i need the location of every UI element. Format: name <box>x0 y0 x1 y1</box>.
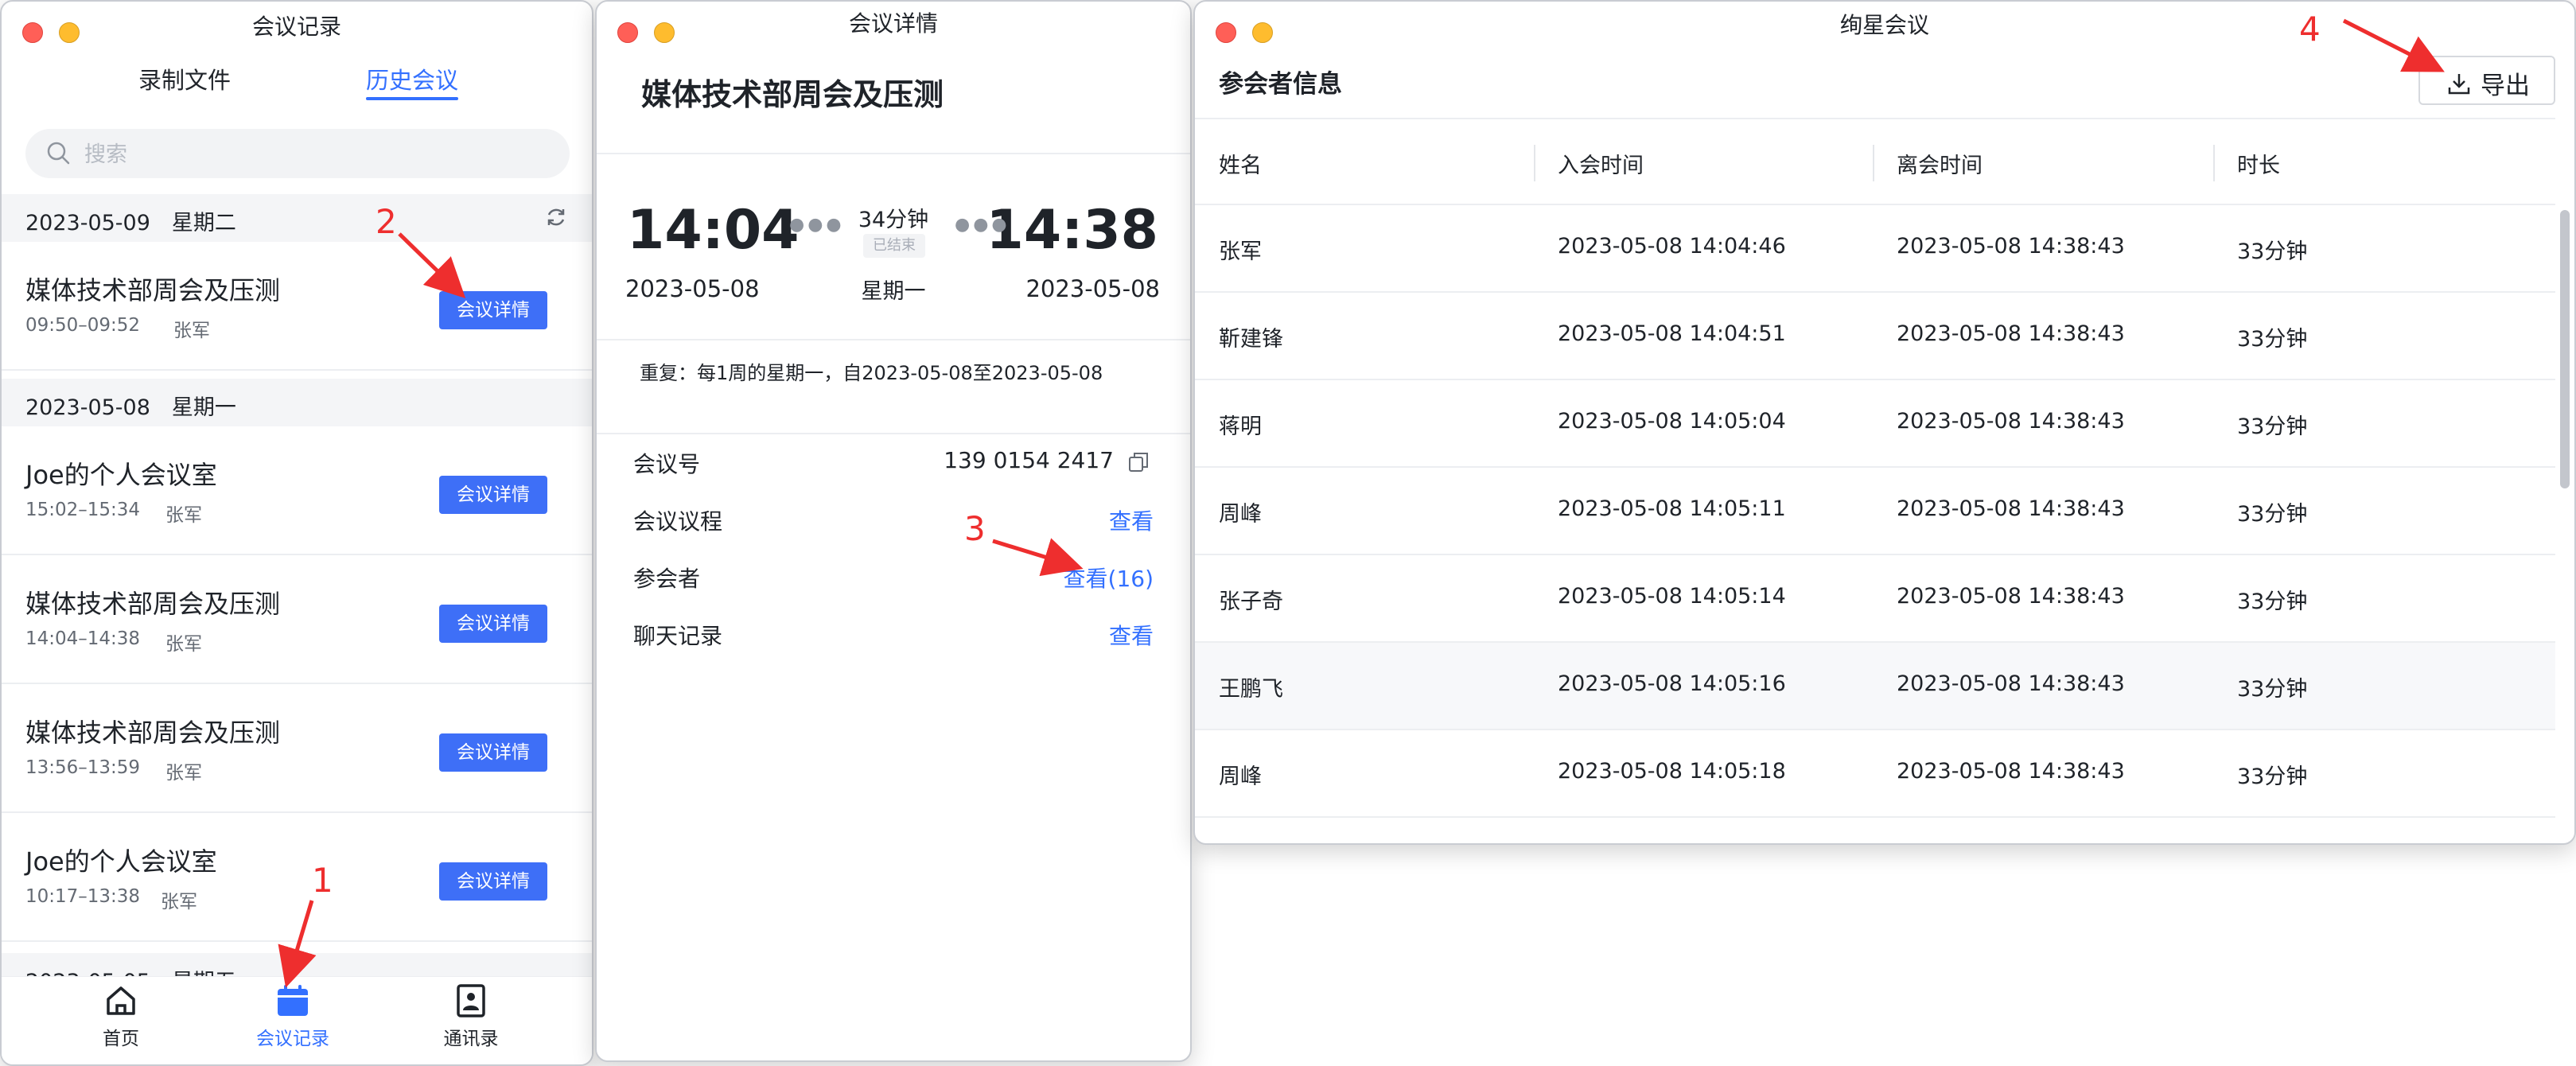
annotation-overlay <box>278 18 2445 988</box>
annotation-arrow <box>2342 18 2445 72</box>
annotation-number: 4 <box>2299 10 2321 49</box>
annotation-arrow <box>992 538 1084 577</box>
annotation-number: 1 <box>312 861 333 900</box>
annotation-arrow <box>278 900 317 988</box>
annotation-number: 3 <box>964 509 986 548</box>
annotation-arrow <box>398 232 466 298</box>
annotation-number: 2 <box>376 202 397 241</box>
